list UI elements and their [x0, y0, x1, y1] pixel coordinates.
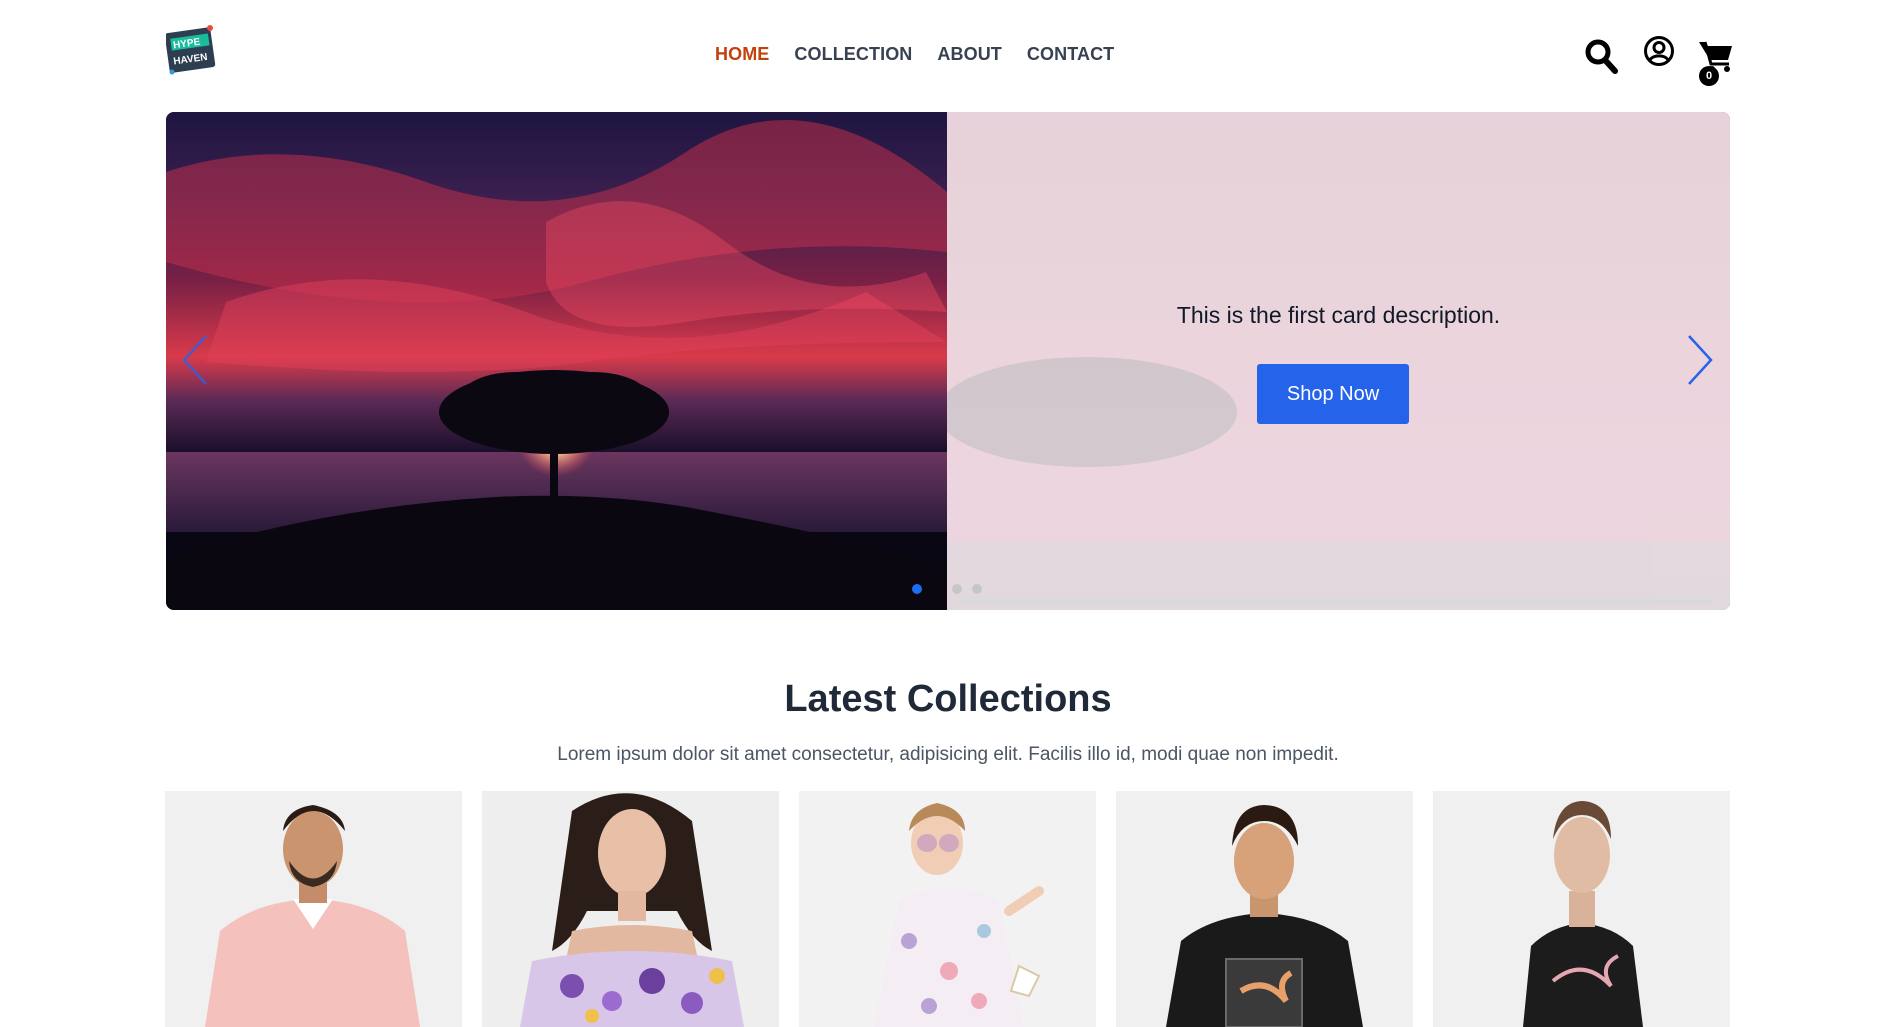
nav-home[interactable]: HOME — [715, 44, 769, 65]
nav-collection[interactable]: COLLECTION — [794, 44, 912, 65]
hero-faded-background — [947, 112, 1730, 610]
carousel-dot-1[interactable] — [912, 584, 922, 594]
main-nav: HOME COLLECTION ABOUT CONTACT — [715, 44, 1114, 65]
hero-slide-panel: This is the first card description. Shop… — [947, 112, 1730, 610]
cart-count-badge: 0 — [1699, 66, 1719, 86]
nav-about[interactable]: ABOUT — [937, 44, 1002, 65]
search-icon[interactable] — [1584, 38, 1618, 74]
product-image-man-pink-polo — [165, 791, 462, 1027]
product-image-man-black-tshirt — [1116, 791, 1413, 1027]
product-card-5[interactable] — [1433, 791, 1730, 1027]
product-grid — [165, 791, 1730, 1027]
product-image-woman-floral-top — [482, 791, 779, 1027]
product-card-4[interactable] — [1116, 791, 1413, 1027]
section-title: Latest Collections — [784, 678, 1112, 720]
product-card-2[interactable] — [482, 791, 779, 1027]
carousel-dot-3[interactable] — [972, 584, 982, 594]
brand-logo[interactable]: HYPE HAVEN — [166, 22, 216, 76]
carousel-prev-arrow[interactable] — [178, 332, 214, 388]
product-card-1[interactable] — [165, 791, 462, 1027]
hero-description: This is the first card description. — [1176, 302, 1501, 328]
shop-now-button[interactable]: Shop Now — [1257, 364, 1409, 424]
carousel-scrollbar[interactable] — [961, 600, 1714, 604]
product-card-3[interactable] — [799, 791, 1096, 1027]
carousel-pagination — [912, 584, 982, 594]
hero-sunset-image — [166, 112, 947, 610]
product-image-girl-floral-dress — [799, 791, 1096, 1027]
account-icon[interactable] — [1643, 35, 1675, 67]
carousel-next-arrow[interactable] — [1681, 332, 1717, 388]
product-image-woman-black-tshirt — [1433, 791, 1730, 1027]
section-subtitle: Lorem ipsum dolor sit amet consectetur, … — [557, 744, 1339, 765]
hero-carousel: This is the first card description. Shop… — [166, 112, 1730, 610]
carousel-dot-2[interactable] — [952, 584, 962, 594]
nav-contact[interactable]: CONTACT — [1027, 44, 1114, 65]
site-header: HYPE HAVEN HOME COLLECTION ABOUT CONTACT… — [0, 0, 1901, 110]
